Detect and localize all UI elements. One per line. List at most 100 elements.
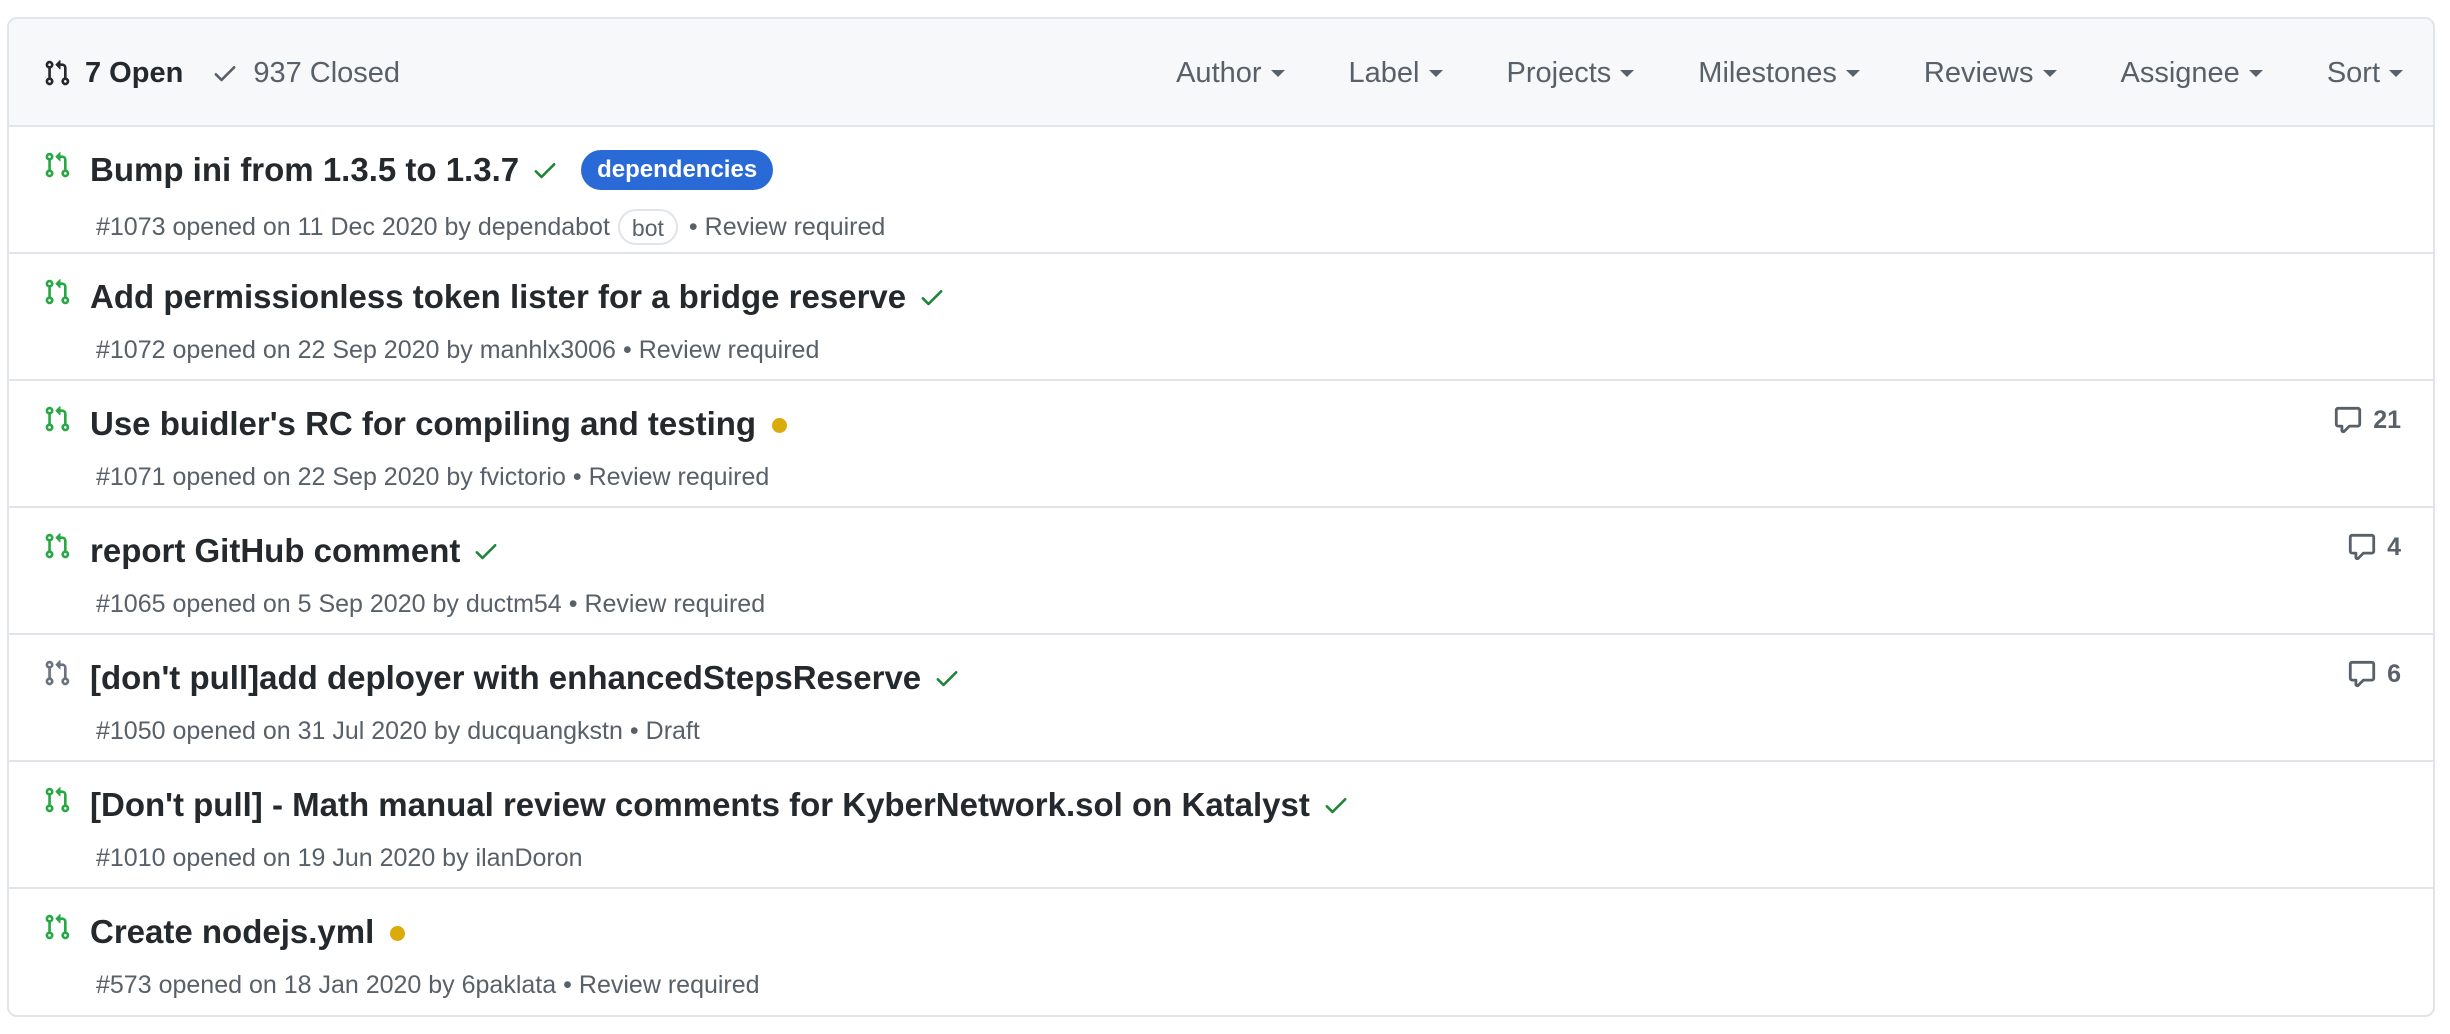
pr-number: #1065 (96, 590, 166, 618)
comment-count: 21 (2373, 405, 2401, 434)
label-dropdown-label: Label (1348, 56, 1420, 89)
closed-filter-button[interactable]: 937 Closed (211, 57, 400, 90)
opened-text: opened on 22 Sep 2020 by (172, 336, 473, 364)
author-link[interactable]: 6paklata (462, 971, 557, 1000)
milestones-dropdown-label: Milestones (1698, 56, 1837, 89)
pending-dot-icon[interactable] (390, 925, 406, 941)
bot-badge: bot (617, 209, 678, 245)
pull-request-title-line: Use buidler's RC for compiling and testi… (90, 401, 788, 447)
open-filter-button[interactable]: 7 Open (43, 57, 183, 90)
reviews-dropdown[interactable]: Reviews (1924, 57, 2057, 90)
pull-request-title-link[interactable]: Bump ini from 1.3.5 to 1.3.7 (90, 151, 519, 189)
pull-request-row[interactable]: [Don't pull] - Math manual review commen… (9, 762, 2433, 889)
git-pull-request-icon (43, 530, 71, 567)
pending-dot-icon[interactable] (772, 417, 788, 433)
pull-request-meta: #573 opened on 18 Jan 2020 by 6paklata •… (96, 971, 760, 1000)
pr-number: #1071 (96, 463, 166, 491)
author-link[interactable]: ducquangkstn (467, 717, 623, 746)
author-link[interactable]: ductm54 (466, 590, 562, 619)
pull-request-title-link[interactable]: Create nodejs.yml (90, 913, 374, 951)
author-link[interactable]: fvictorio (480, 463, 566, 492)
check-icon[interactable] (472, 537, 500, 565)
caret-down-icon (2042, 69, 2057, 77)
check-icon[interactable] (531, 156, 559, 184)
assignee-dropdown[interactable]: Assignee (2121, 57, 2263, 90)
pull-request-row[interactable]: report GitHub comment #1065 opened on 5 … (9, 508, 2433, 635)
pull-request-title-link[interactable]: Use buidler's RC for compiling and testi… (90, 405, 756, 443)
pr-number: #1050 (96, 717, 166, 745)
git-pull-request-icon (43, 276, 71, 313)
meta-separator: • (622, 336, 632, 364)
pull-request-meta: #1010 opened on 19 Jun 2020 by ilanDoron (96, 844, 583, 873)
author-link[interactable]: dependabot (478, 213, 610, 242)
pull-request-title-link[interactable]: [don't pull]add deployer with enhancedSt… (90, 659, 921, 697)
pull-request-row[interactable]: Add permissionless token lister for a br… (9, 254, 2433, 381)
pull-request-title-link[interactable]: Add permissionless token lister for a br… (90, 278, 906, 316)
caret-down-icon (1428, 69, 1443, 77)
author-dropdown[interactable]: Author (1176, 56, 1285, 90)
sort-dropdown[interactable]: Sort (2327, 57, 2403, 90)
pull-request-meta: #1065 opened on 5 Sep 2020 by ductm54 • R… (96, 590, 765, 619)
comments-link[interactable]: 21 (2333, 405, 2401, 435)
opened-text: opened on 31 Jul 2020 by (172, 717, 461, 745)
pull-request-row[interactable]: Bump ini from 1.3.5 to 1.3.7 dependencie… (9, 127, 2433, 254)
meta-separator: • (688, 212, 698, 241)
milestones-dropdown[interactable]: Milestones (1698, 57, 1860, 90)
comment-count: 6 (2387, 659, 2401, 688)
opened-text: opened on 22 Sep 2020 by (172, 463, 473, 491)
reviews-dropdown-label: Reviews (1923, 56, 2034, 89)
review-status: Review required (588, 463, 770, 491)
meta-separator: • (563, 971, 572, 999)
review-status: Review required (578, 971, 760, 999)
label-dependencies[interactable]: dependencies (581, 150, 774, 190)
pull-request-meta: #1050 opened on 31 Jul 2020 by ducquangk… (96, 717, 700, 746)
pull-request-rows: Bump ini from 1.3.5 to 1.3.7 dependencie… (9, 127, 2433, 1015)
git-pull-request-icon (43, 403, 71, 440)
list-header: 7 Open 937 Closed Author Label Projects … (9, 19, 2433, 127)
comments-link[interactable]: 6 (2347, 659, 2401, 689)
pull-request-title-line: Bump ini from 1.3.5 to 1.3.7 dependencie… (90, 147, 774, 193)
check-icon (214, 66, 236, 82)
review-status: Draft (645, 717, 700, 745)
open-count-label: 7 Open (85, 56, 184, 89)
git-pull-request-icon (45, 60, 70, 86)
caret-down-icon (1270, 69, 1285, 77)
opened-text: opened on 11 Dec 2020 by (172, 212, 471, 241)
author-link[interactable]: manhlx3006 (480, 336, 616, 365)
filter-bar: Author Label Projects Milestones Reviews… (1176, 19, 2403, 127)
author-dropdown-label: Author (1176, 56, 1262, 89)
check-icon[interactable] (1322, 791, 1350, 819)
state-toggle: 7 Open 937 Closed (43, 19, 400, 127)
pull-request-title-line: Create nodejs.yml (90, 909, 406, 955)
meta-separator: • (568, 590, 578, 618)
pull-request-title-link[interactable]: [Don't pull] - Math manual review commen… (90, 786, 1310, 824)
comment-count: 4 (2387, 532, 2401, 561)
git-pull-request-icon (43, 911, 71, 948)
opened-text: opened on 18 Jan 2020 by (158, 971, 455, 999)
git-pull-request-icon (43, 784, 71, 821)
pull-request-row[interactable]: Use buidler's RC for compiling and testi… (9, 381, 2433, 508)
meta-separator: • (572, 463, 582, 491)
caret-down-icon (1620, 69, 1635, 77)
check-icon[interactable] (933, 664, 961, 692)
author-link[interactable]: ilanDoron (476, 844, 583, 873)
review-status: Review required (584, 590, 766, 618)
pull-request-row[interactable]: [don't pull]add deployer with enhancedSt… (9, 635, 2433, 762)
caret-down-icon (2389, 69, 2403, 77)
pr-number: #1073 (96, 212, 166, 241)
pull-request-list: 7 Open 937 Closed Author Label Projects … (7, 17, 2435, 1017)
sort-dropdown-label: Sort (2326, 56, 2380, 89)
pull-request-title-link[interactable]: report GitHub comment (90, 532, 460, 570)
pull-request-row[interactable]: Create nodejs.yml #573 opened on 18 Jan … (9, 889, 2433, 1015)
closed-count-label: 937 Closed (253, 56, 401, 89)
pull-request-meta: #1071 opened on 22 Sep 2020 by fvictorio… (96, 463, 769, 492)
draft-pull-request-icon (43, 657, 71, 694)
pull-request-title-line: Add permissionless token lister for a br… (90, 274, 946, 320)
comment-icon (2335, 406, 2362, 434)
pull-request-title-line: [don't pull]add deployer with enhancedSt… (90, 655, 961, 701)
projects-dropdown[interactable]: Projects (1507, 57, 1635, 90)
assignee-dropdown-label: Assignee (2120, 56, 2240, 89)
comments-link[interactable]: 4 (2347, 532, 2401, 562)
check-icon[interactable] (918, 283, 946, 311)
label-dropdown[interactable]: Label (1349, 57, 1443, 90)
